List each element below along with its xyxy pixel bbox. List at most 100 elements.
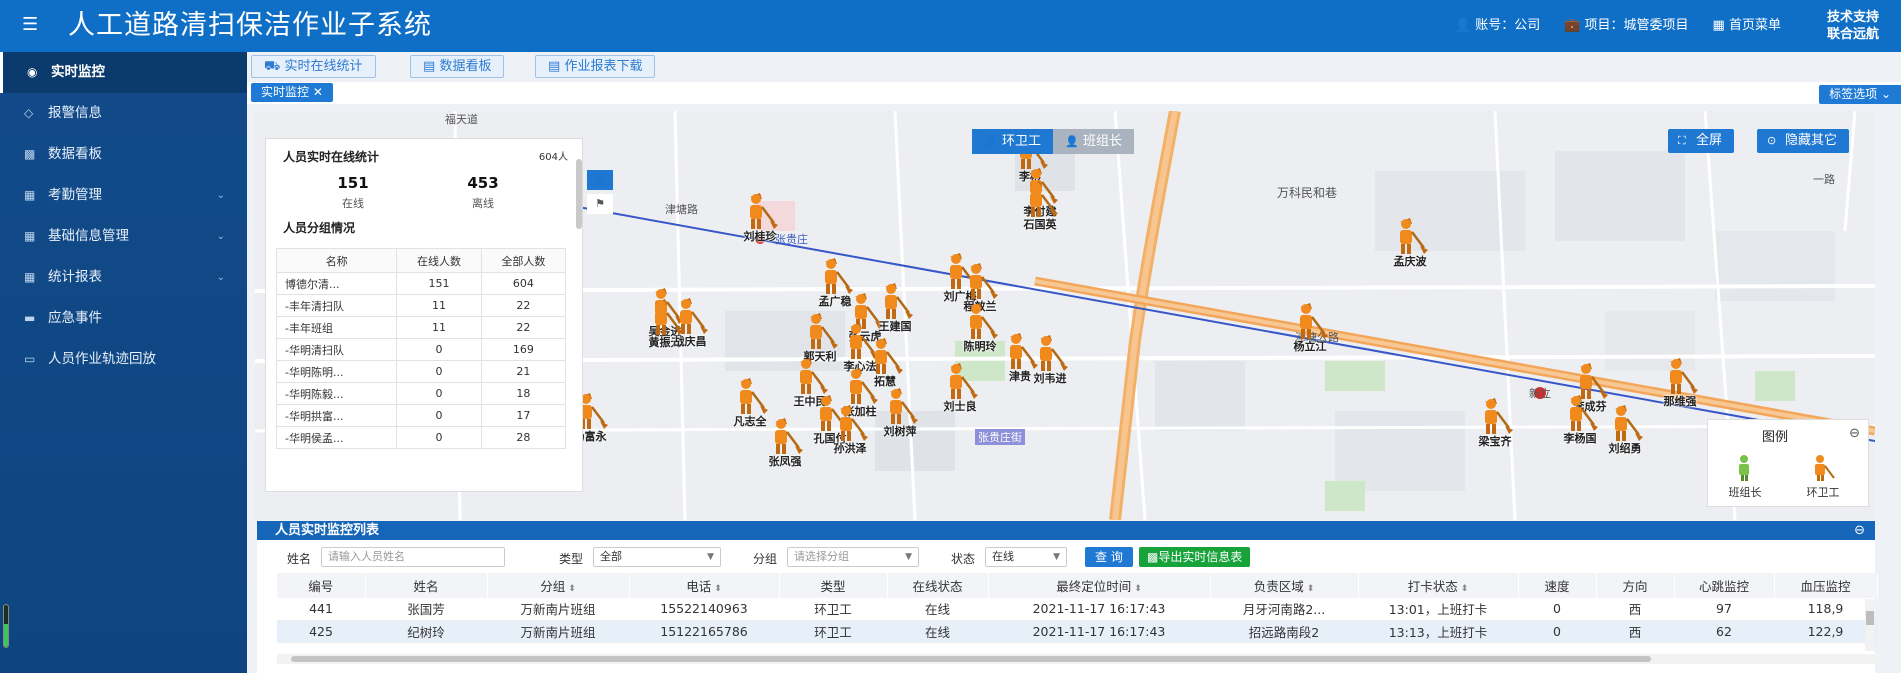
location-pin-icon: ◉ (27, 65, 38, 79)
worker-name: 刘绍勇 (1608, 442, 1642, 455)
data-board-button[interactable]: ▤ 数据看板 (410, 55, 505, 78)
map-place-label: 万科民和巷 (1277, 186, 1338, 200)
table-cell: 0 (1518, 620, 1596, 643)
tag-bar: 实时监控 ✕ 标签选项 ⌄ (247, 82, 1901, 104)
sort-icon[interactable]: ⬍ (568, 584, 576, 594)
status-select[interactable]: 在线 ▼ (985, 547, 1067, 567)
collapse-icon[interactable]: ⊖ (1854, 521, 1865, 540)
online-stats-card: 人员实时在线统计 604人 151 在线 453 离线 人员分组情况 名称 在线… (265, 138, 583, 492)
offline-count: 453 (467, 174, 499, 192)
table-cell: 22 (480, 316, 567, 339)
worker-marker[interactable]: 梁宝齐 (1460, 396, 1530, 448)
close-icon[interactable]: ✕ (313, 85, 323, 99)
table-cell: 151 (396, 272, 482, 295)
online-stats-button[interactable]: ⛟ 实时在线统计 (251, 55, 376, 78)
table-cell: 招远路南段2 (1210, 620, 1358, 643)
sanitation-worker-icon (890, 388, 918, 424)
project-info[interactable]: 💼 项目：城管委项目 (1564, 17, 1688, 35)
scrollbar[interactable] (576, 159, 582, 229)
sidebar-item-data-board[interactable]: ▩ 数据看板 (0, 134, 247, 175)
column-header[interactable]: 负责区域 ⬍ (1210, 573, 1359, 598)
worker-marker[interactable]: 战庆昌 (655, 296, 725, 348)
worker-marker[interactable]: 杨立江 (1275, 301, 1345, 353)
worker-marker[interactable]: 张凤强 (750, 416, 820, 468)
fullscreen-button[interactable]: ⛶ 全屏 (1668, 129, 1735, 153)
sidebar-item-attendance[interactable]: ▦ 考勤管理 ⌄ (0, 175, 247, 216)
worker-marker[interactable]: 刘士良 (925, 361, 995, 413)
column-header[interactable]: 最终定位时间 ⬍ (988, 573, 1211, 598)
table-cell: 环卫工 (779, 620, 887, 643)
collapse-icon[interactable]: ⊖ (1849, 426, 1860, 441)
calendar-icon: ▦ (24, 188, 36, 202)
tab-sanitation-worker[interactable]: 👤 环卫工 (972, 129, 1054, 154)
table-cell: 118,9 (1774, 598, 1877, 621)
column-header[interactable]: 电话 ⬍ (629, 573, 780, 598)
worker-marker[interactable]: 刘绍勇 (1590, 403, 1660, 455)
sidebar-item-reports[interactable]: ▦ 统计报表 ⌄ (0, 257, 247, 298)
table-row[interactable]: 441 张国芳 万新南片班组 15522140963 环卫工 在线 2021-11-17 1… (277, 598, 1877, 621)
sanitation-worker-icon (740, 378, 768, 414)
scrollbar-thumb[interactable] (1866, 611, 1874, 625)
worker-name: 战庆昌 (673, 335, 707, 348)
tag-options-button[interactable]: 标签选项 ⌄ (1819, 85, 1901, 104)
table-cell: 在线 (887, 598, 988, 621)
table-cell: 169 (480, 338, 567, 361)
sort-icon[interactable]: ⬍ (1307, 584, 1315, 594)
vertical-scrollbar[interactable] (1865, 599, 1875, 651)
scrollbar-thumb[interactable] (291, 656, 1651, 662)
query-button[interactable]: 查 询 (1085, 547, 1133, 567)
worker-marker[interactable]: 孙洪泽 (815, 403, 885, 455)
alarm-icon: ◇ (24, 106, 34, 120)
sidebar-item-alarm[interactable]: ◇ 报警信息 (0, 93, 247, 134)
worker-marker[interactable]: 刘韦进 (1015, 333, 1085, 385)
column-header: 类型 (779, 573, 888, 598)
sort-icon[interactable]: ⬍ (1134, 584, 1142, 594)
tab-team-leader[interactable]: 👤 班组长 (1053, 129, 1135, 154)
person-icon[interactable]: 👤 (587, 170, 613, 190)
sidebar-item-track-replay[interactable]: ▭ 人员作业轨迹回放 (0, 339, 247, 380)
worker-name: 梁宝齐 (1478, 435, 1512, 448)
worker-marker[interactable]: 孟庆波 (1375, 216, 1445, 268)
sidebar-item-basic-info[interactable]: ▦ 基础信息管理 ⌄ (0, 216, 247, 257)
table-cell: 22 (480, 294, 567, 317)
hide-others-button[interactable]: ⊙ 隐藏其它 (1757, 129, 1850, 153)
home-menu-link[interactable]: ▦ 首页菜单 (1713, 17, 1781, 35)
chevron-down-icon: ⌄ (216, 231, 225, 242)
legend-item-leader: 班组长 (1720, 454, 1770, 500)
column-header: 编号 (277, 573, 366, 598)
worker-name: 刘士良 (943, 400, 977, 413)
tab-realtime-monitor[interactable]: 实时监控 ✕ (251, 83, 333, 102)
sort-icon[interactable]: ⬍ (1461, 584, 1469, 594)
column-header-label: 编号 (308, 579, 334, 594)
table-row[interactable]: 425 纪树玲 万新南片班组 15122165786 环卫工 在线 2021-11-17 1… (277, 620, 1877, 643)
map-view[interactable]: 福天道 津塘路 张贵庄 万科民和巷 津塘公路 新立 张贵庄街 一路 李彬李付建石… (255, 111, 1875, 520)
table-cell: 0 (1518, 598, 1596, 621)
bookmark-icon[interactable]: ⚑ (587, 194, 613, 214)
name-input[interactable]: 请输入人员姓名 (321, 547, 505, 567)
hamburger-menu-icon[interactable]: ☰ (22, 15, 38, 35)
export-button[interactable]: ▩导出实时信息表 (1139, 547, 1251, 567)
account-info[interactable]: 👤 账号：公司 (1455, 17, 1540, 35)
table-cell: 西 (1596, 620, 1674, 643)
group-select[interactable]: 请选择分组 ▼ (787, 547, 919, 567)
sidebar-item-realtime-monitor[interactable]: ◉ 实时监控 (0, 52, 247, 93)
table-cell: -丰年班组 (275, 316, 398, 339)
worker-name: 刘桂珍 (743, 230, 777, 243)
type-select[interactable]: 全部 ▼ (593, 547, 721, 567)
worker-marker[interactable]: 那维强 (1645, 356, 1715, 408)
worker-marker[interactable]: 刘桂珍 (725, 191, 795, 243)
table-cell: 2021-11-17 16:17:43 (988, 598, 1210, 621)
column-header-label: 电话 (686, 579, 712, 594)
report-download-button[interactable]: ▤ 作业报表下载 (535, 55, 656, 78)
column-header[interactable]: 打卡状态 ⬍ (1358, 573, 1519, 598)
name-filter-label: 姓名 (287, 552, 312, 566)
table-cell: 0 (396, 382, 482, 405)
sidebar-item-emergency[interactable]: ▬ 应急事件 (0, 298, 247, 339)
table-cell: 万新南片班组 (487, 620, 629, 643)
worker-marker[interactable]: 石国英 (1005, 179, 1075, 231)
report-icon: ▦ (24, 270, 36, 284)
sort-icon[interactable]: ⬍ (714, 584, 722, 594)
column-header[interactable]: 分组 ⬍ (487, 573, 630, 598)
table-cell: 0 (396, 426, 482, 449)
horizontal-scrollbar[interactable] (277, 654, 1877, 664)
